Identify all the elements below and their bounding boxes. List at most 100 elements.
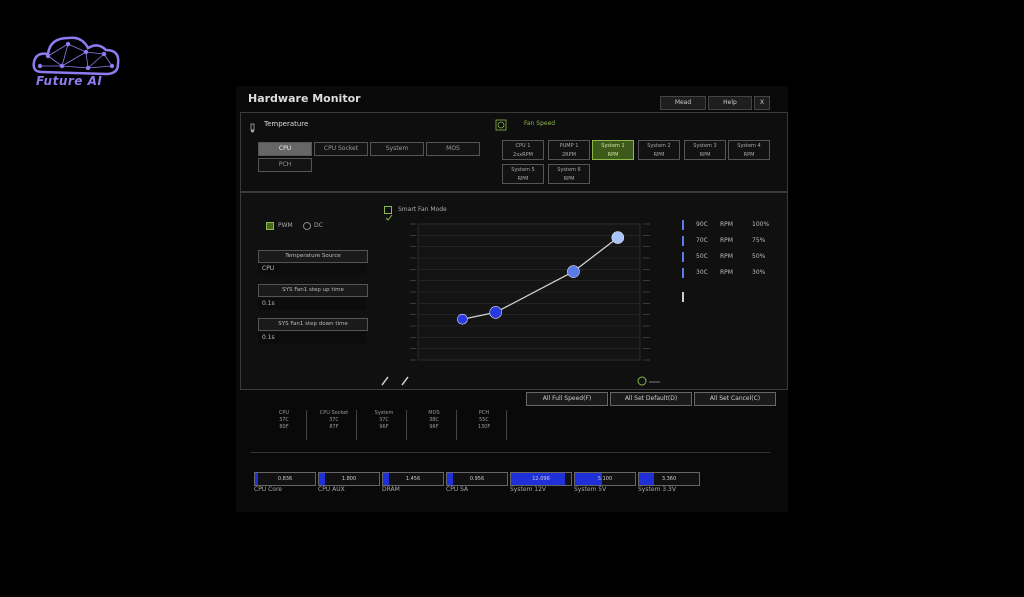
fan-rpm: 2RPM	[562, 152, 576, 158]
temp-readout-cpu: CPU 37C 80F	[262, 410, 307, 440]
temp-fahrenheit: 130F	[477, 424, 491, 430]
voltage-value: 0.956	[469, 476, 485, 482]
voltage-value: 3.360	[661, 476, 677, 482]
temp-celsius: 37C	[379, 417, 389, 423]
voltage-name: System 3.3V	[638, 486, 676, 493]
step-down-time-label: SYS Fan1 step down time	[258, 318, 368, 331]
fan-button-system-3[interactable]: System 3 RPM	[684, 140, 726, 160]
curve-row-rpm: RPM	[720, 221, 733, 228]
voltage-divider	[250, 452, 770, 453]
fan-name: System 3	[693, 143, 717, 149]
temp-source-cpu-socket[interactable]: CPU Socket	[314, 142, 368, 156]
fan-rpm: RPM	[743, 152, 755, 158]
temperature-source-value[interactable]: CPU	[258, 263, 366, 275]
fan-mini-icon	[636, 372, 662, 386]
curve-row-rpm: RPM	[720, 269, 733, 276]
curve-point-2[interactable]	[489, 306, 502, 319]
voltage-name: DRAM	[382, 486, 400, 493]
voltage-bar-1: 0.836	[254, 472, 316, 486]
curve-row-rpm: RPM	[720, 237, 733, 244]
fan-button-pump-1[interactable]: PUMP 1 2RPM	[548, 140, 590, 160]
step-down-time-value[interactable]: 0.1s	[258, 332, 366, 344]
all-set-default-button[interactable]: All Set Default(D)	[610, 392, 692, 406]
smart-fan-checkbox[interactable]	[384, 206, 393, 221]
fan-curve-chart[interactable]	[380, 216, 670, 376]
temp-readout-mos: MOS 38C 96F	[412, 410, 457, 440]
fan-button-system-1[interactable]: System 1 RPM	[592, 140, 634, 160]
curve-row-rpm: RPM	[720, 253, 733, 260]
curve-tool-icons[interactable]	[380, 372, 420, 386]
temp-fahrenheit: 96F	[429, 424, 439, 430]
curve-row-percent: 100%	[752, 221, 770, 228]
fan-button-cpu-1[interactable]: CPU 1 2xxRPM	[502, 140, 544, 160]
temp-source-mos[interactable]: MOS	[426, 142, 480, 156]
fan-button-system-4[interactable]: System 4 RPM	[728, 140, 770, 160]
fan-rpm: RPM	[653, 152, 665, 158]
fan-name: System 4	[737, 143, 761, 149]
curve-row-marker	[682, 236, 684, 246]
temp-source-cpu[interactable]: CPU	[258, 142, 312, 156]
help-button[interactable]: Help	[708, 96, 752, 110]
voltage-name: CPU AUX	[318, 486, 345, 493]
curve-row-temp: 30C	[696, 269, 708, 276]
temp-name: CPU	[278, 410, 290, 416]
curve-row-marker	[682, 220, 684, 230]
dc-label: DC	[314, 222, 323, 229]
thermometer-icon	[248, 118, 262, 133]
temp-readout-pch: PCH 55C 130F	[462, 410, 507, 440]
pwm-label: PWM	[278, 222, 293, 229]
all-full-speed-button[interactable]: All Full Speed(F)	[526, 392, 608, 406]
voltage-name: CPU Core	[254, 486, 282, 493]
temp-fahrenheit: 87F	[329, 424, 339, 430]
temp-name: System	[374, 410, 394, 416]
fan-speed-section-label: Fan Speed	[524, 120, 556, 127]
temp-fahrenheit: 96F	[379, 424, 389, 430]
temp-name: CPU Socket	[319, 410, 349, 416]
voltage-value: 1.800	[341, 476, 357, 482]
fan-name: CPU 1	[515, 143, 531, 149]
voltage-bar-7: 3.360	[638, 472, 700, 486]
curve-point-1[interactable]	[457, 313, 468, 325]
smart-fan-mode-label: Smart Fan Mode	[398, 206, 447, 213]
close-button[interactable]: X	[754, 96, 770, 110]
fan-button-system-5[interactable]: System 5 RPM	[502, 164, 544, 184]
voltage-bar-2: 1.800	[318, 472, 380, 486]
voltage-bar-4: 0.956	[446, 472, 508, 486]
voltage-name: System 12V	[510, 486, 547, 493]
dc-radio[interactable]	[303, 222, 311, 230]
fan-button-system-2[interactable]: System 2 RPM	[638, 140, 680, 160]
temperature-source-label: Temperature Source	[258, 250, 368, 263]
temp-celsius: 37C	[279, 417, 289, 423]
curve-point-3[interactable]	[567, 265, 580, 278]
fan-name: System 6	[557, 167, 581, 173]
voltage-value: 12.096	[532, 476, 550, 482]
curve-row-percent: 50%	[752, 253, 766, 260]
voltage-value: 5.100	[597, 476, 613, 482]
temp-source-system[interactable]: System	[370, 142, 424, 156]
curve-point-4[interactable]	[611, 231, 625, 244]
pwm-radio[interactable]	[266, 222, 274, 230]
window-title: Hardware Monitor	[248, 92, 361, 105]
voltage-bar-fill	[383, 473, 389, 485]
fan-name: System 5	[511, 167, 535, 173]
fan-rpm: RPM	[563, 176, 575, 182]
step-up-time-value[interactable]: 0.1s	[258, 298, 366, 310]
voltage-name: CPU SA	[446, 486, 469, 493]
all-set-cancel-button[interactable]: All Set Cancel(C)	[694, 392, 776, 406]
logo-text: Future AI	[36, 74, 103, 88]
voltage-bar-fill	[639, 473, 654, 485]
fan-rpm: RPM	[517, 176, 529, 182]
temp-source-pch[interactable]: PCH	[258, 158, 312, 172]
temp-name: PCH	[478, 410, 490, 416]
voltage-section-label	[252, 444, 278, 450]
fan-rpm: RPM	[607, 152, 619, 158]
fan-name: System 1	[601, 143, 625, 149]
fan-rpm: RPM	[699, 152, 711, 158]
voltage-bar-5: 12.096	[510, 472, 572, 486]
temp-celsius: 38C	[429, 417, 439, 423]
voltage-bar-fill	[447, 473, 453, 485]
mead-button[interactable]: Mead	[660, 96, 706, 110]
temp-celsius: 55C	[479, 417, 489, 423]
temp-readout-system: System 37C 96F	[362, 410, 407, 440]
fan-button-system-6[interactable]: System 6 RPM	[548, 164, 590, 184]
